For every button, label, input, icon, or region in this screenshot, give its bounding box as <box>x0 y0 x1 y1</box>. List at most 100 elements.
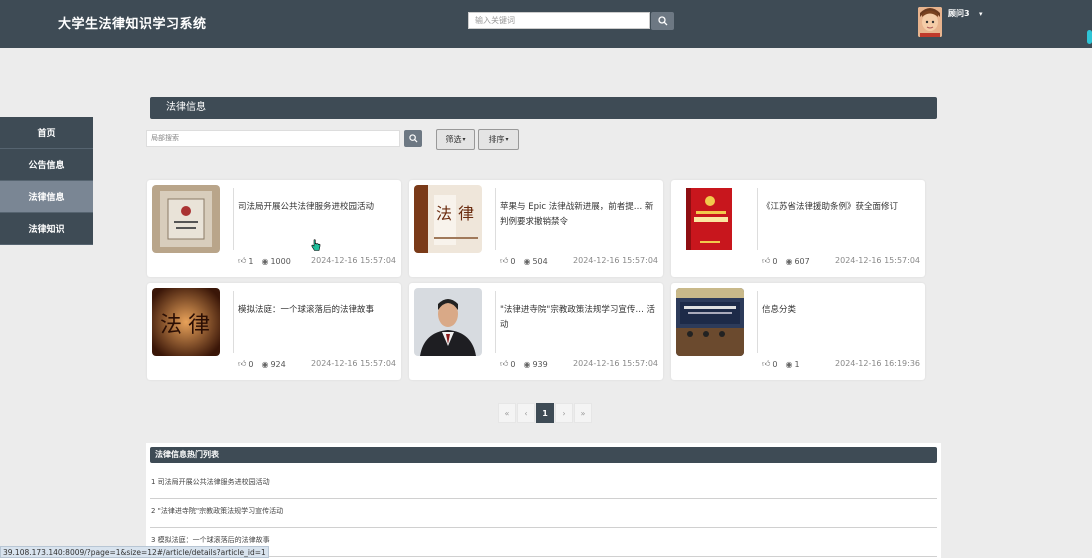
local-search-input[interactable]: 局部搜索 <box>146 130 400 147</box>
view-count: 939 <box>532 359 548 369</box>
divider <box>233 291 234 353</box>
global-search: 输入关键词 <box>468 12 674 30</box>
thumbs-up-icon[interactable]: 👍︎ <box>500 256 508 266</box>
article-thumbnail[interactable] <box>676 185 744 253</box>
last-page-button[interactable]: » <box>574 403 592 423</box>
article-card[interactable]: "法律进寺院"宗教政策法规学习宣传… 活动 👍︎ 0 ◉ 939 2024-12-1… <box>409 283 663 380</box>
svg-text:律: 律 <box>458 204 474 223</box>
page-1-button[interactable]: 1 <box>536 403 554 423</box>
app-title[interactable]: 大学生法律知识学习系统 <box>58 13 207 32</box>
article-title[interactable]: 《江苏省法律援助条例》获全面修订 <box>762 200 920 215</box>
thumbs-up-icon[interactable]: 👍︎ <box>762 256 770 266</box>
like-count: 0 <box>510 256 516 266</box>
article-card[interactable]: 《江苏省法律援助条例》获全面修订 👍︎ 0 ◉ 607 2024-12-16 15:… <box>671 180 925 277</box>
article-date: 2024-12-16 15:57:04 <box>835 256 920 265</box>
eye-icon: ◉ <box>523 359 531 369</box>
first-page-button[interactable]: « <box>498 403 516 423</box>
hot-list-item[interactable]: 1 司法局开展公共法律服务进校园活动 <box>150 470 937 499</box>
filter-dropdown-button[interactable]: 筛选 ▾ <box>436 129 475 150</box>
article-date: 2024-12-16 15:57:04 <box>573 256 658 265</box>
article-title[interactable]: "法律进寺院"宗教政策法规学习宣传… 活动 <box>500 303 658 333</box>
view-count: 1000 <box>270 256 291 266</box>
law-book-image <box>676 185 744 253</box>
article-thumbnail[interactable] <box>414 288 482 356</box>
avatar[interactable] <box>918 7 942 37</box>
thumbs-up-icon[interactable]: 👍︎ <box>238 256 246 266</box>
hand-cursor-icon <box>311 239 321 251</box>
article-title[interactable]: 信息分类 <box>762 303 920 318</box>
thumbs-up-icon[interactable]: 👍︎ <box>762 359 770 369</box>
divider <box>757 188 758 250</box>
like-count: 0 <box>772 359 778 369</box>
view-count: 504 <box>532 256 548 266</box>
article-card[interactable]: 司法局开展公共法律服务进校园活动 👍︎ 1 ◉ 1000 2024-12-16 15… <box>147 180 401 277</box>
sidebar-item-legal-info[interactable]: 法律信息 <box>0 181 93 213</box>
law-characters-dark-image: 法 律 <box>152 288 220 356</box>
like-count: 1 <box>248 256 254 266</box>
article-meta: 👍︎ 0 ◉ 607 <box>762 256 810 266</box>
hot-list-panel: 法律信息热门列表 1 司法局开展公共法律服务进校园活动 2 "法律进寺院"宗教政… <box>146 443 941 558</box>
article-date: 2024-12-16 16:19:36 <box>835 359 920 368</box>
view-count: 607 <box>794 256 810 266</box>
view-count: 924 <box>270 359 286 369</box>
eye-icon: ◉ <box>785 256 793 266</box>
thumbs-up-icon[interactable]: 👍︎ <box>500 359 508 369</box>
article-thumbnail[interactable]: 法 律 <box>152 288 220 356</box>
svg-text:法: 法 <box>160 313 182 338</box>
search-icon <box>408 134 418 143</box>
sidebar-item-legal-knowledge[interactable]: 法律知识 <box>0 213 93 245</box>
search-input[interactable]: 输入关键词 <box>468 12 650 29</box>
view-count: 1 <box>794 359 800 369</box>
article-date: 2024-12-16 15:57:04 <box>311 256 396 265</box>
article-meta: 👍︎ 0 ◉ 1 <box>762 359 800 369</box>
svg-text:律: 律 <box>188 313 210 338</box>
scrollbar-thumb[interactable] <box>1087 30 1092 44</box>
article-meta: 👍︎ 0 ◉ 504 <box>500 256 548 266</box>
sidebar-item-notices[interactable]: 公告信息 <box>0 149 93 181</box>
article-meta: 👍︎ 0 ◉ 924 <box>238 359 286 369</box>
article-title[interactable]: 司法局开展公共法律服务进校园活动 <box>238 200 396 215</box>
sidebar: 首页 公告信息 法律信息 法律知识 <box>0 117 93 245</box>
local-search: 局部搜索 <box>146 130 422 147</box>
divider <box>495 188 496 250</box>
article-meta: 👍︎ 0 ◉ 939 <box>500 359 548 369</box>
search-icon <box>657 16 667 26</box>
like-count: 0 <box>248 359 254 369</box>
chevron-down-icon: ▾ <box>462 136 466 143</box>
article-card[interactable]: 信息分类 👍︎ 0 ◉ 1 2024-12-16 16:19:36 <box>671 283 925 380</box>
pagination: « ‹ 1 › » <box>498 403 593 423</box>
article-date: 2024-12-16 15:57:04 <box>573 359 658 368</box>
lawyer-portrait-image <box>414 288 482 356</box>
chevron-down-icon[interactable]: ▾ <box>979 10 983 18</box>
hot-list-item[interactable]: 2 "法律进寺院"宗教政策法规学习宣传活动 <box>150 499 937 528</box>
eye-icon: ◉ <box>523 256 531 266</box>
article-date: 2024-12-16 15:57:04 <box>311 359 396 368</box>
search-button[interactable] <box>651 12 674 30</box>
top-navbar: 大学生法律知识学习系统 输入关键词 顾问3 ▾ <box>0 0 1092 48</box>
article-card[interactable]: 法 律 模拟法庭：一个球滚落后的法律故事 👍︎ 0 ◉ 924 2024-12-16… <box>147 283 401 380</box>
username[interactable]: 顾问3 <box>948 8 970 19</box>
sort-dropdown-button[interactable]: 排序 ▾ <box>478 129 519 150</box>
article-card[interactable]: 法 律 苹果与 Epic 法律战新进展，前者提… 新判例要求撤销禁令 👍︎ 0 ◉… <box>409 180 663 277</box>
divider <box>757 291 758 353</box>
plaque-image <box>152 185 220 253</box>
sort-label: 排序 <box>488 135 505 144</box>
filter-label: 筛选 <box>445 135 462 144</box>
status-url: 39.108.173.140:8009/?page=1&size=12#/art… <box>0 546 269 558</box>
page-title: 法律信息 <box>150 97 937 119</box>
user-avatar-icon <box>918 7 942 37</box>
article-thumbnail[interactable] <box>676 288 744 356</box>
thumbs-up-icon[interactable]: 👍︎ <box>238 359 246 369</box>
article-title[interactable]: 模拟法庭：一个球滚落后的法律故事 <box>238 303 396 318</box>
courtroom-image <box>676 288 744 356</box>
next-page-button[interactable]: › <box>555 403 573 423</box>
divider <box>495 291 496 353</box>
article-title[interactable]: 苹果与 Epic 法律战新进展，前者提… 新判例要求撤销禁令 <box>500 200 658 230</box>
law-characters-image: 法 律 <box>414 185 482 253</box>
article-thumbnail[interactable]: 法 律 <box>414 185 482 253</box>
like-count: 0 <box>510 359 516 369</box>
sidebar-item-home[interactable]: 首页 <box>0 117 93 149</box>
article-thumbnail[interactable] <box>152 185 220 253</box>
prev-page-button[interactable]: ‹ <box>517 403 535 423</box>
local-search-button[interactable] <box>404 130 422 147</box>
